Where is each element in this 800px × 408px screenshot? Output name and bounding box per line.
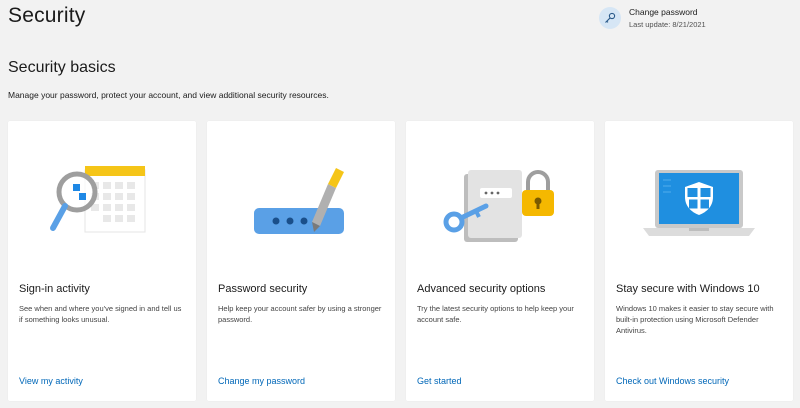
pen-password-field-illustration <box>207 149 395 261</box>
section-description: Manage your password, protect your accou… <box>8 90 329 100</box>
card-title: Advanced security options <box>417 283 546 295</box>
card-description: See when and where you've signed in and … <box>19 304 182 324</box>
magnifier-calendar-illustration <box>8 149 196 261</box>
card-title: Password security <box>218 283 308 295</box>
key-lock-document-illustration <box>406 149 594 261</box>
card-title: Sign-in activity <box>19 283 90 295</box>
card-advanced-security-options: Advanced security options Try the latest… <box>406 121 594 401</box>
page-title: Security <box>8 4 86 27</box>
password-last-update: Last update: 8/21/2021 <box>629 20 706 29</box>
change-password-link[interactable]: Change password <box>629 7 706 18</box>
change-password-panel[interactable]: Change password Last update: 8/21/2021 <box>599 7 706 30</box>
laptop-shield-illustration <box>605 149 793 261</box>
check-out-windows-security-link[interactable]: Check out Windows security <box>616 376 729 386</box>
card-password-security: Password security Help keep your account… <box>207 121 395 401</box>
section-title: Security basics <box>8 59 116 76</box>
view-my-activity-link[interactable]: View my activity <box>19 376 83 386</box>
card-title: Stay secure with Windows 10 <box>616 283 760 295</box>
get-started-link[interactable]: Get started <box>417 376 462 386</box>
card-description: Help keep your account safer by using a … <box>218 304 382 324</box>
security-cards: Sign-in activity See when and where you'… <box>8 121 793 401</box>
change-my-password-link[interactable]: Change my password <box>218 376 305 386</box>
card-description: Windows 10 makes it easier to stay secur… <box>616 304 774 335</box>
key-icon <box>599 7 621 29</box>
card-stay-secure-windows-10: Stay secure with Windows 10 Windows 10 m… <box>605 121 793 401</box>
card-description: Try the latest security options to help … <box>417 304 574 324</box>
card-sign-in-activity: Sign-in activity See when and where you'… <box>8 121 196 401</box>
